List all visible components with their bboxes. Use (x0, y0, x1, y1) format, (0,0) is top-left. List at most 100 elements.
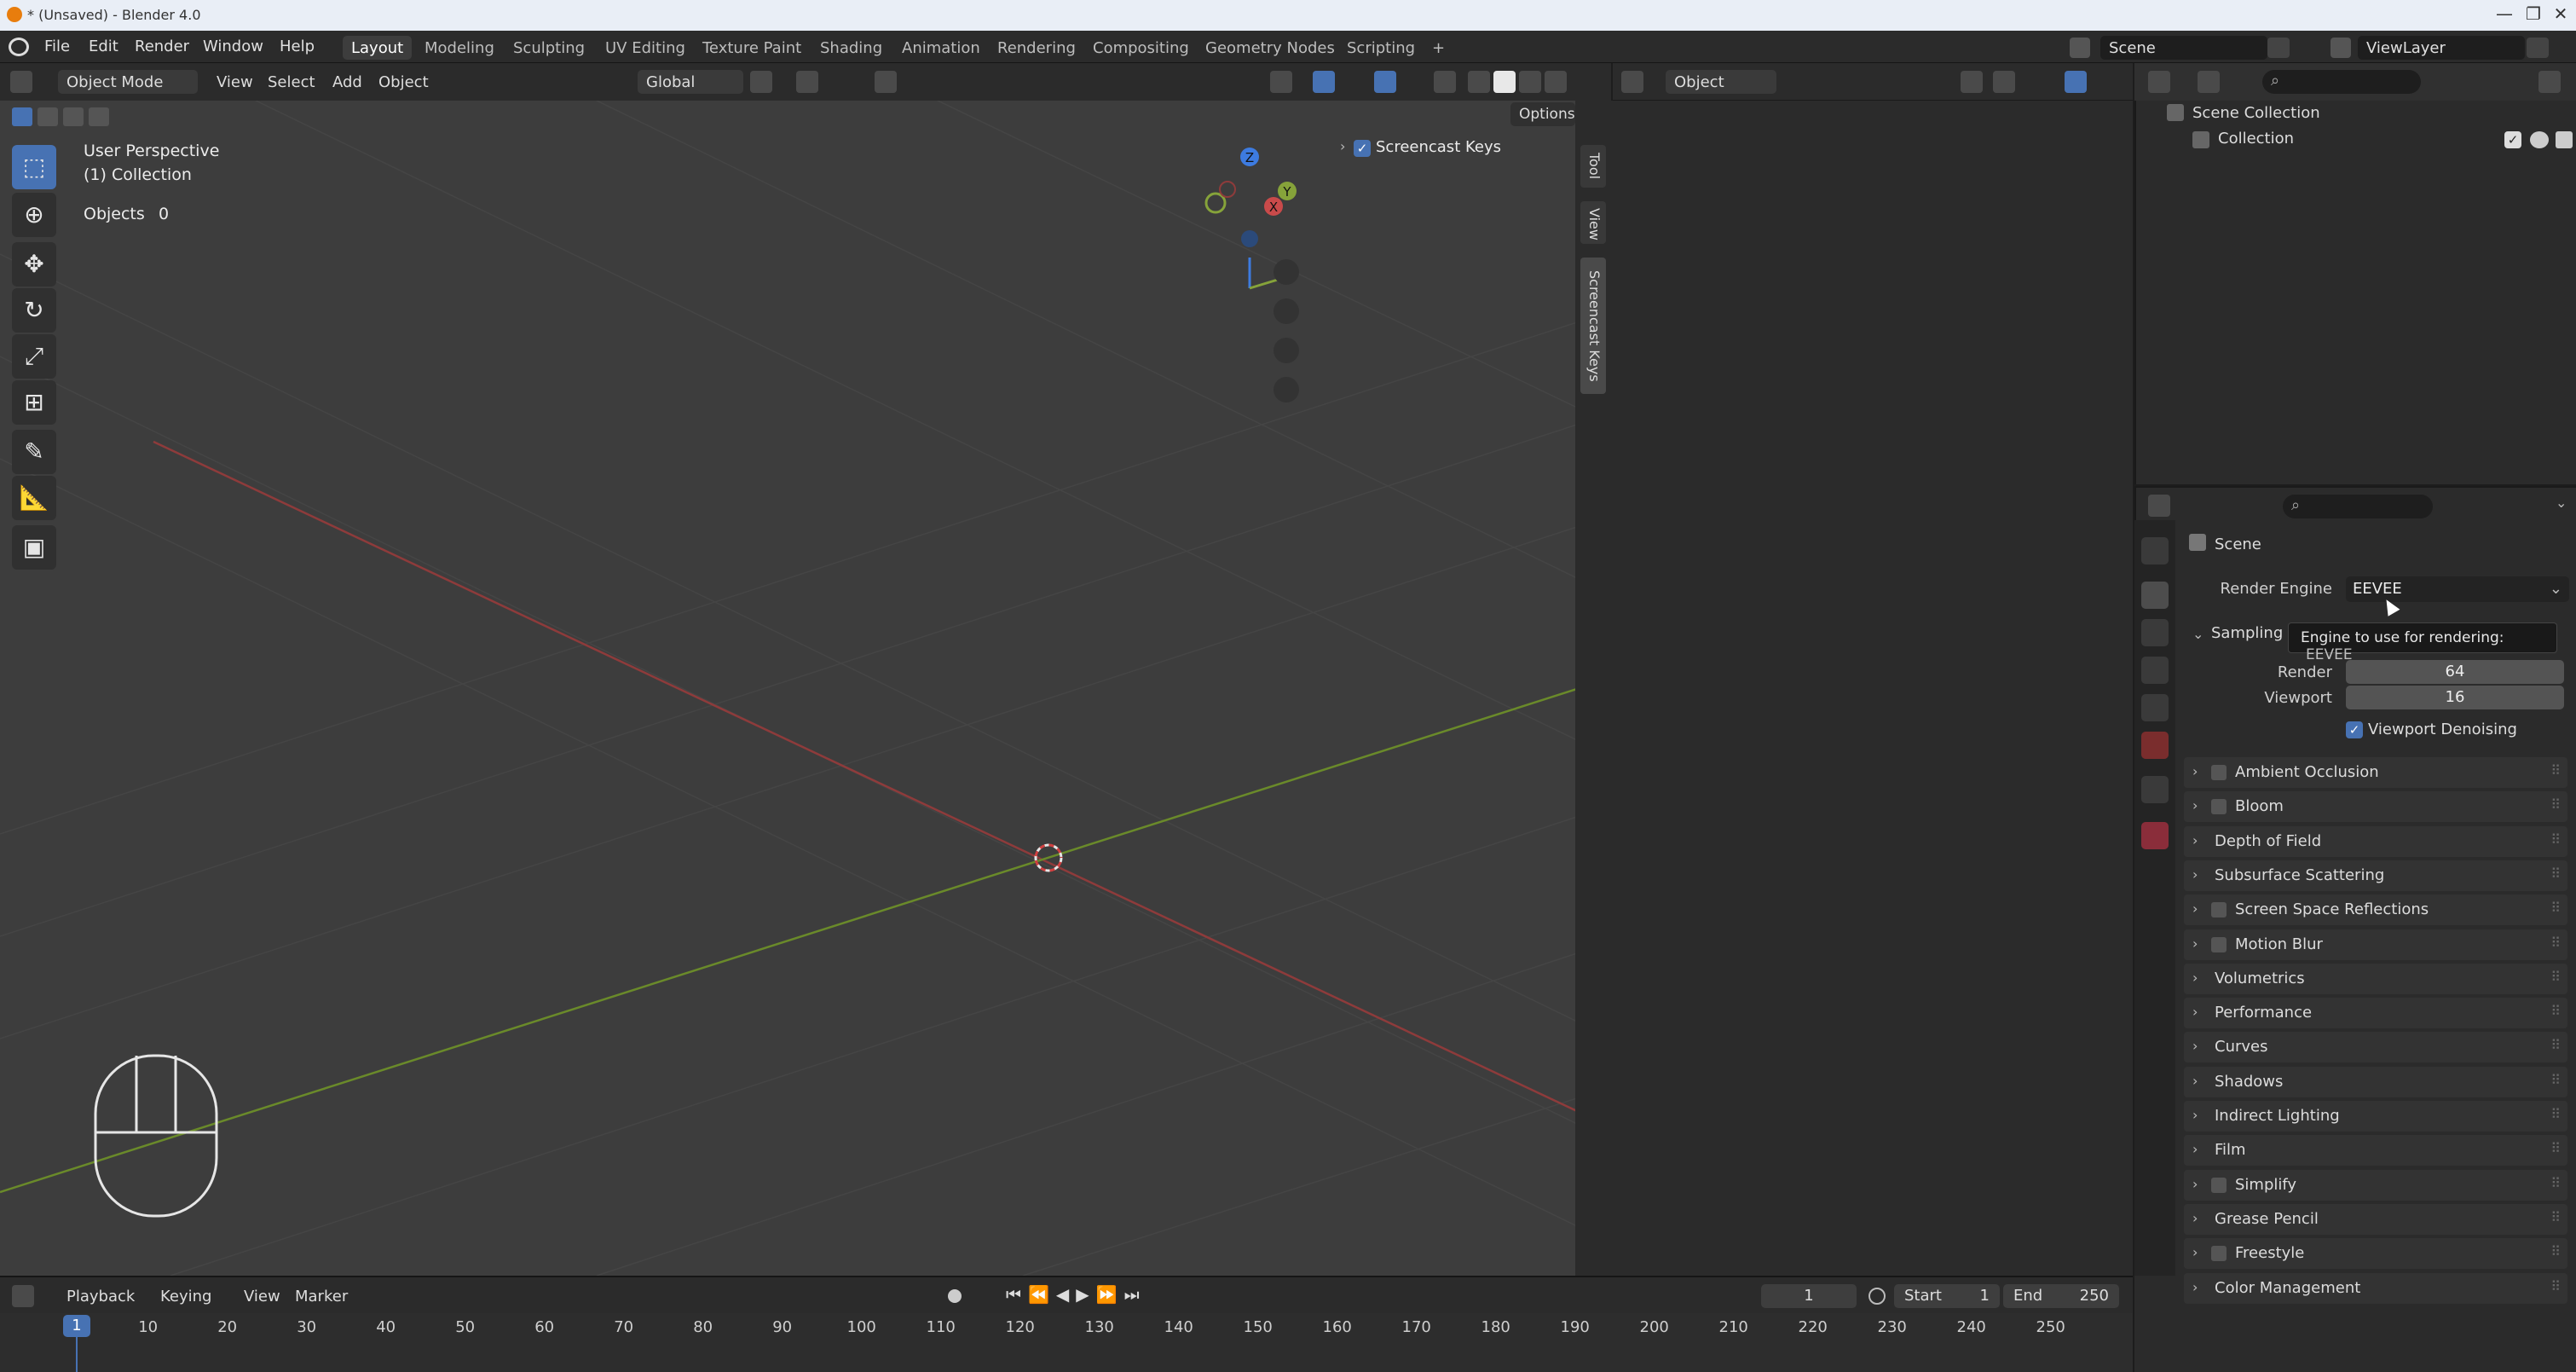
drag-handle-icon[interactable]: ⠿ (2550, 762, 2561, 779)
panel-row-depth-of-field[interactable]: › Depth of Field ⠿ (2184, 825, 2567, 857)
drag-handle-icon[interactable]: ⠿ (2550, 865, 2561, 882)
tab-modeling[interactable]: Modeling (416, 36, 503, 60)
camera-view-icon[interactable] (1274, 338, 1299, 363)
panel-row-freestyle[interactable]: › Freestyle ⠿ (2184, 1238, 2567, 1270)
drag-handle-icon[interactable]: ⠿ (2550, 831, 2561, 848)
drag-handle-icon[interactable]: ⠿ (2550, 900, 2561, 916)
output-tab-icon[interactable] (2141, 619, 2169, 646)
playback-controls[interactable]: ⏮⏪◀▶⏩⏭ (1006, 1284, 1146, 1305)
view-layer-tab-icon[interactable] (2141, 657, 2169, 684)
menu-add[interactable]: Add (332, 73, 362, 91)
timeline-editor-icon[interactable] (12, 1285, 34, 1307)
timeline-area[interactable]: 1 10 20 30 40 50 60 70 80 90 100 110 120 130 140 150 16… (0, 1313, 2133, 1372)
tab-compositing[interactable]: Compositing (1084, 36, 1198, 60)
pivot-icon[interactable] (750, 71, 772, 93)
overlay-icon-2[interactable] (2065, 71, 2087, 93)
move-tool[interactable]: ✥ (12, 242, 56, 287)
tab-layout[interactable]: Layout (343, 36, 413, 60)
tab-texture-paint[interactable]: Texture Paint (694, 36, 810, 60)
tab-view[interactable]: View (1580, 201, 1606, 244)
properties-search-input[interactable]: ⌕ (2283, 495, 2433, 518)
clock-icon[interactable] (1868, 1288, 1886, 1305)
render-samples-field[interactable]: 64 (2346, 660, 2564, 684)
end-frame-field[interactable]: End 250 (2003, 1284, 2119, 1308)
panel-row-grease-pencil[interactable]: › Grease Pencil ⠿ (2184, 1203, 2567, 1235)
viewport-denoising-checkbox[interactable]: ✓ (2346, 721, 2363, 738)
properties-editor-icon[interactable] (2148, 495, 2170, 517)
outliner-scene-collection[interactable]: Scene Collection (2192, 104, 2320, 122)
drag-handle-icon[interactable]: ⠿ (2550, 1106, 2561, 1122)
cursor-tool[interactable]: ⊕ (12, 193, 56, 237)
panel-row-motion-blur[interactable]: › Motion Blur ⠿ (2184, 929, 2567, 960)
menu-select[interactable]: Select (268, 73, 315, 91)
menu-object[interactable]: Object (378, 73, 429, 91)
menu-edit[interactable]: Edit (89, 38, 118, 55)
panel-enable-checkbox[interactable] (2211, 799, 2227, 815)
panel-row-curves[interactable]: › Curves ⠿ (2184, 1032, 2567, 1063)
timeline-menu-marker[interactable]: Marker (295, 1288, 348, 1305)
panel-enable-checkbox[interactable] (2211, 1246, 2227, 1262)
proportional-edit-icon[interactable] (875, 71, 897, 93)
measure-tool[interactable]: 📐 (12, 476, 56, 520)
snap-icon-2[interactable] (1961, 71, 1983, 93)
wireframe-shading-icon[interactable] (1468, 71, 1490, 93)
viewport-samples-field[interactable]: 16 (2346, 686, 2564, 709)
menu-render[interactable]: Render (135, 38, 189, 55)
panel-row-color-management[interactable]: › Color Management ⠿ (2184, 1272, 2567, 1304)
panel-enable-checkbox[interactable] (2211, 765, 2227, 780)
material-shading-icon[interactable] (1519, 71, 1541, 93)
overlays-toggle-icon[interactable] (1374, 71, 1396, 93)
screencast-keys-checkbox[interactable]: ✓ (1354, 140, 1371, 157)
tab-shading[interactable]: Shading (811, 36, 891, 60)
drag-handle-icon[interactable]: ⠿ (2550, 796, 2561, 813)
render-tab-icon[interactable] (2141, 582, 2169, 609)
current-frame-marker[interactable]: 1 (63, 1315, 90, 1337)
playhead[interactable] (76, 1337, 78, 1372)
new-scene-icon[interactable] (2267, 38, 2290, 58)
rotate-tool[interactable]: ↻ (12, 288, 56, 333)
select-box-tool[interactable]: ⬚ (12, 145, 56, 189)
timeline-menu-playback[interactable]: Playback (66, 1288, 135, 1305)
current-frame-field[interactable]: 1 (1761, 1284, 1857, 1308)
blender-menu-icon[interactable] (9, 38, 29, 56)
new-collection-icon[interactable] (2538, 71, 2561, 93)
tab-geometry-nodes[interactable]: Geometry Nodes (1197, 36, 1343, 60)
outliner-collection[interactable]: Collection (2218, 130, 2294, 148)
select-new-icon[interactable] (12, 107, 32, 126)
tab-animation[interactable]: Animation (893, 36, 989, 60)
editor-type-icon[interactable] (10, 71, 32, 93)
transform-tool[interactable]: ⊞ (12, 380, 56, 425)
3d-viewport[interactable]: Z Y X User Perspective (1) Collection Ob… (0, 101, 1577, 1276)
drag-handle-icon[interactable]: ⠿ (2550, 1278, 2561, 1294)
panel-row-screen-space-reflections[interactable]: › Screen Space Reflections ⠿ (2184, 894, 2567, 926)
close-button[interactable]: ✕ (2544, 3, 2576, 27)
panel-row-indirect-lighting[interactable]: › Indirect Lighting ⠿ (2184, 1101, 2567, 1132)
select-subtract-icon[interactable] (63, 107, 84, 126)
drag-handle-icon[interactable]: ⠿ (2550, 1243, 2561, 1259)
panel-row-shadows[interactable]: › Shadows ⠿ (2184, 1066, 2567, 1097)
outliner-search-input[interactable]: ⌕ (2262, 70, 2421, 94)
record-icon[interactable] (948, 1289, 962, 1303)
scale-tool[interactable]: ⤢ (12, 334, 56, 379)
pin-icon[interactable] (1783, 71, 1805, 93)
add-cube-tool[interactable]: ▣ (12, 525, 56, 570)
select-extend-icon[interactable] (38, 107, 58, 126)
panel-row-subsurface-scattering[interactable]: › Subsurface Scattering ⠿ (2184, 860, 2567, 891)
drag-handle-icon[interactable]: ⠿ (2550, 969, 2561, 985)
menu-window[interactable]: Window (203, 38, 263, 55)
object-mode-dropdown[interactable]: Object Mode (58, 70, 198, 94)
drag-handle-icon[interactable]: ⠿ (2550, 1140, 2561, 1156)
filter-icon[interactable] (2504, 71, 2527, 93)
outliner-editor-icon[interactable] (2148, 71, 2170, 93)
panel-row-bloom[interactable]: › Bloom ⠿ (2184, 791, 2567, 823)
view-layer-selector[interactable]: ViewLayer (2358, 36, 2525, 60)
drag-handle-icon[interactable]: ⠿ (2550, 935, 2561, 951)
tab-screencast-keys[interactable]: Screencast Keys (1580, 258, 1606, 394)
view-layer-icon[interactable] (2331, 38, 2351, 58)
orientation-dropdown[interactable]: Global (638, 70, 743, 94)
scene-tab-icon[interactable] (2141, 694, 2169, 721)
xray-icon[interactable] (1434, 71, 1456, 93)
panel-row-performance[interactable]: › Performance ⠿ (2184, 998, 2567, 1029)
snap-icon[interactable] (796, 71, 818, 93)
menu-view[interactable]: View (217, 73, 253, 91)
